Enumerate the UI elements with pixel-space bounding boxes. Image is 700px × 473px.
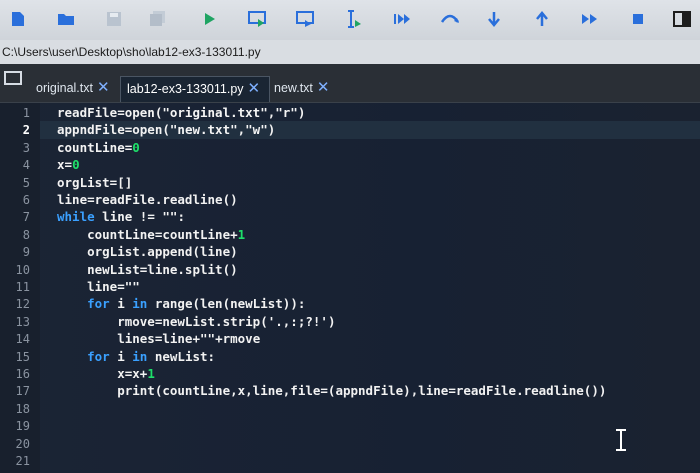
line-number: 15: [15, 349, 30, 364]
line-number: 21: [15, 454, 30, 468]
line-number: 19: [15, 419, 30, 434]
line-number: 7: [22, 210, 30, 225]
tab-label: original.txt: [36, 81, 93, 95]
run-module-icon[interactable]: [248, 9, 268, 29]
code-line[interactable]: for i in range(len(newList)):: [57, 296, 305, 311]
file-path-bar: C:\Users\user\Desktop\sho\lab12-ex3-1330…: [0, 40, 700, 64]
code-line[interactable]: readFile=open("original.txt","r"): [57, 105, 305, 120]
line-number: 18: [15, 401, 30, 416]
code-line[interactable]: line="": [57, 279, 140, 294]
line-number: 3: [22, 140, 30, 155]
line-number-gutter: 1 2 3 4 5 6 7 8 9 10 11 12 13 14 15 16 17 18 19 20 21: [0, 103, 40, 473]
line-number: 11: [15, 280, 30, 294]
tab-label: lab12-ex3-133011.py: [127, 82, 244, 96]
text-cursor-icon: [616, 429, 626, 451]
tab-new-txt[interactable]: new.txt ✕: [268, 76, 344, 102]
code-line[interactable]: lines=line+""+rmove: [57, 331, 260, 346]
code-line[interactable]: countLine=countLine+1: [57, 227, 245, 242]
line-number: 1: [22, 106, 30, 120]
step-out-icon[interactable]: [532, 9, 552, 29]
stop-icon[interactable]: [628, 9, 648, 29]
code-line[interactable]: x=0: [57, 157, 80, 172]
line-number: 20: [15, 436, 30, 451]
open-folder-icon[interactable]: [56, 9, 76, 29]
close-icon[interactable]: ✕: [317, 79, 330, 96]
code-line[interactable]: for i in newList:: [57, 349, 215, 364]
run-icon[interactable]: [200, 9, 220, 29]
code-line[interactable]: while line != "":: [57, 209, 185, 224]
line-number: 17: [15, 384, 30, 399]
code-line[interactable]: orgList.append(line): [57, 244, 238, 259]
line-number: 9: [22, 245, 30, 260]
line-number: 6: [22, 193, 30, 207]
line-number: 5: [22, 175, 30, 190]
code-line[interactable]: rmove=newList.strip('.,:;?!'): [57, 314, 335, 329]
line-number: 13: [15, 314, 30, 329]
code-line[interactable]: appndFile=open("new.txt","w"): [57, 122, 275, 137]
save-all-icon[interactable]: [148, 9, 168, 29]
code-line[interactable]: print(countLine,x,line,file=(appndFile),…: [57, 383, 606, 398]
toggle-panel-icon[interactable]: [672, 9, 692, 29]
tab-lab12-ex3-133011-py[interactable]: lab12-ex3-133011.py ✕: [120, 76, 270, 102]
step-icon[interactable]: [344, 9, 364, 29]
close-icon[interactable]: ✕: [97, 79, 110, 96]
close-icon[interactable]: ✕: [248, 80, 261, 97]
tab-bar: original.txt ✕ lab12-ex3-133011.py ✕ new.t…: [0, 64, 700, 103]
code-line[interactable]: countLine=0: [57, 140, 140, 155]
line-number: 8: [22, 227, 30, 242]
tab-list-icon[interactable]: [4, 71, 22, 90]
code-editor[interactable]: 1 2 3 4 5 6 7 8 9 10 11 12 13 14 15 16 17 18 19 20 21 readFi…: [0, 103, 700, 473]
debug-icon[interactable]: [296, 9, 316, 29]
line-number: 10: [15, 262, 30, 277]
code-line[interactable]: newList=line.split(): [57, 262, 238, 277]
code-line[interactable]: x=x+1: [57, 366, 155, 381]
fast-forward-icon[interactable]: [580, 9, 600, 29]
tab-label: new.txt: [274, 81, 313, 95]
new-file-icon[interactable]: [8, 9, 28, 29]
line-number: 2: [22, 123, 30, 138]
code-line[interactable]: line=readFile.readline(): [57, 192, 238, 207]
tab-original-txt[interactable]: original.txt ✕: [30, 76, 118, 102]
step-into-icon[interactable]: [484, 9, 504, 29]
line-number: 16: [15, 367, 30, 381]
file-path: C:\Users\user\Desktop\sho\lab12-ex3-1330…: [2, 45, 261, 59]
step-over-icon[interactable]: [440, 9, 460, 29]
line-number: 12: [15, 297, 30, 312]
code-line[interactable]: orgList=[]: [57, 175, 132, 190]
line-number: 14: [15, 332, 30, 347]
resume-icon[interactable]: [392, 9, 412, 29]
save-icon[interactable]: [104, 9, 124, 29]
line-number: 4: [22, 158, 30, 173]
toolbar: [0, 0, 700, 40]
